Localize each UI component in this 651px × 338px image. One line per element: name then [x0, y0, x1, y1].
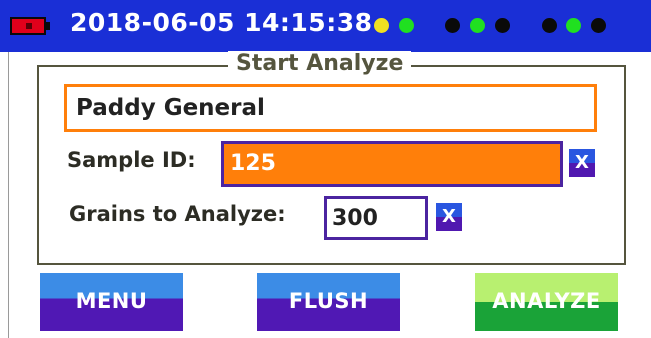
datetime-display: 2018-06-05 14:15:38 — [70, 8, 373, 37]
status-indicator-7 — [566, 18, 581, 33]
flush-button[interactable]: FLUSH — [257, 273, 400, 331]
menu-button[interactable]: MENU — [40, 273, 183, 331]
grains-input[interactable]: 300 — [324, 196, 428, 240]
status-bar: 2018-06-05 14:15:38 — [0, 0, 651, 52]
status-indicator-2 — [399, 18, 414, 33]
grains-label: Grains to Analyze: — [69, 202, 286, 226]
sample-id-label: Sample ID: — [67, 148, 196, 172]
battery-icon — [10, 17, 46, 35]
clear-sample-id-button[interactable]: X — [569, 149, 595, 177]
status-indicator-3 — [445, 18, 460, 33]
status-indicator-4 — [470, 18, 485, 33]
status-indicator-6 — [542, 18, 557, 33]
status-indicator-1 — [374, 18, 389, 33]
status-indicator-8 — [591, 18, 606, 33]
analyze-button[interactable]: ANALYZE — [475, 273, 618, 331]
battery-tip — [46, 22, 50, 30]
profile-field[interactable]: Paddy General — [64, 84, 597, 132]
screen-edge-divider — [8, 52, 9, 338]
sample-id-input[interactable]: 125 — [221, 141, 563, 187]
clear-grains-button[interactable]: X — [436, 203, 462, 231]
status-indicator-5 — [495, 18, 510, 33]
panel-title: Start Analyze — [228, 51, 412, 76]
